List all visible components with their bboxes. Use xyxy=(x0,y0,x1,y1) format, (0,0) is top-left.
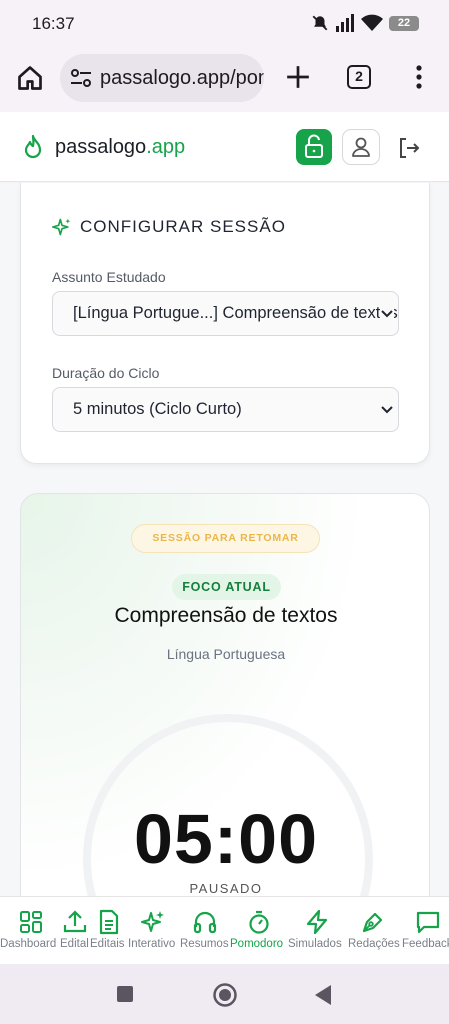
subject-label: Assunto Estudado xyxy=(52,269,166,285)
system-navigation-bar xyxy=(0,964,449,1024)
current-focus-badge: FOCO ATUAL xyxy=(172,574,281,600)
brand-name-text: passalogo xyxy=(55,136,147,158)
nav-item-redacoes[interactable]: Redações xyxy=(346,897,402,964)
chevron-down-icon xyxy=(380,402,394,418)
nav-label: Redações xyxy=(348,938,400,950)
back-icon[interactable] xyxy=(313,984,333,1006)
more-menu-icon[interactable] xyxy=(414,64,424,90)
resume-session-badge[interactable]: SESSÃO PARA RETOMAR xyxy=(131,524,320,553)
nav-label: Simulados xyxy=(288,938,342,950)
unlock-icon xyxy=(305,134,323,158)
nav-item-dashboard[interactable]: Dashboard xyxy=(0,897,58,964)
subject-select[interactable]: [Língua Portugue...] Compreensão de text… xyxy=(52,291,399,336)
nav-item-pomodoro[interactable]: Pomodoro xyxy=(230,897,288,964)
timer-seconds: 00 xyxy=(238,800,319,878)
signal-icon xyxy=(336,14,354,32)
app-header: passalogo.app xyxy=(0,112,449,182)
profile-button[interactable] xyxy=(342,129,380,165)
nav-item-feedback[interactable]: Feedback xyxy=(402,897,449,964)
timer-minutes: 05 xyxy=(133,800,214,878)
nav-item-interativo[interactable]: Interativo xyxy=(128,897,180,964)
logout-icon[interactable] xyxy=(396,135,422,161)
brand-tld-text: .app xyxy=(146,136,186,158)
chevron-down-icon xyxy=(380,306,394,322)
message-icon xyxy=(416,911,440,934)
nav-label: Dashboard xyxy=(0,938,57,950)
user-icon xyxy=(352,137,370,157)
bottom-navigation: Dashboard Edital Editais Interativo Resu… xyxy=(0,896,449,964)
new-tab-icon[interactable] xyxy=(285,64,311,90)
main-content: CONFIGURAR SESSÃO Assunto Estudado [Líng… xyxy=(0,183,449,896)
session-config-card: CONFIGURAR SESSÃO Assunto Estudado [Líng… xyxy=(20,183,430,464)
duration-select-value: 5 minutos (Ciclo Curto) xyxy=(73,400,242,418)
sparkles-icon xyxy=(141,911,164,932)
wifi-icon xyxy=(361,14,383,31)
nav-label: Interativo xyxy=(128,938,176,950)
site-settings-icon[interactable] xyxy=(70,68,92,88)
battery-indicator: 22 xyxy=(389,15,419,31)
timer-status: PAUSADO xyxy=(189,881,263,896)
timer-separator: : xyxy=(213,800,239,878)
recents-icon[interactable] xyxy=(116,985,134,1003)
duration-select[interactable]: 5 minutos (Ciclo Curto) xyxy=(52,387,399,432)
home-icon[interactable] xyxy=(16,64,44,92)
sparkles-icon xyxy=(52,218,71,236)
nav-item-editais[interactable]: Editais xyxy=(90,897,128,964)
document-icon xyxy=(99,909,119,935)
timer-display: 05:00 xyxy=(21,799,431,879)
tab-switcher-icon[interactable]: 2 xyxy=(347,65,371,89)
grid-icon xyxy=(20,911,42,933)
config-title-text: CONFIGURAR SESSÃO xyxy=(80,217,286,236)
mute-icon xyxy=(312,15,328,31)
nav-label: Editais xyxy=(90,938,125,950)
browser-toolbar: passalogo.app/pomodoro 2 xyxy=(0,48,449,112)
pomodoro-card: SESSÃO PARA RETOMAR FOCO ATUAL Compreens… xyxy=(20,493,430,896)
address-bar[interactable]: passalogo.app/pomodoro xyxy=(60,54,264,102)
duration-label: Duração do Ciclo xyxy=(52,365,160,381)
focus-topic: Compreensão de textos xyxy=(114,604,338,627)
nav-label: Resumos xyxy=(180,938,229,950)
nav-label: Pomodoro xyxy=(230,938,284,950)
nav-label: Edital xyxy=(60,938,89,950)
unlock-button[interactable] xyxy=(296,129,332,165)
subject-select-value: [Língua Portugue...] Compreensão de text… xyxy=(73,304,398,322)
url-text[interactable]: passalogo.app/pomodoro xyxy=(100,67,264,90)
focus-subject: Língua Portuguesa xyxy=(166,646,286,662)
nav-item-edital[interactable]: Edital xyxy=(58,897,90,964)
nav-item-simulados[interactable]: Simulados xyxy=(288,897,346,964)
flame-logo-icon xyxy=(24,134,42,159)
headphones-icon xyxy=(193,911,217,934)
zap-icon xyxy=(306,909,328,935)
config-title: CONFIGURAR SESSÃO xyxy=(52,217,286,237)
timer-icon xyxy=(249,910,269,934)
pen-icon xyxy=(362,912,383,933)
upload-icon xyxy=(63,910,87,933)
status-bar: 16:37 22 xyxy=(0,0,449,48)
brand-name[interactable]: passalogo.app xyxy=(55,136,185,159)
status-time: 16:37 xyxy=(32,14,75,33)
nav-label: Feedback xyxy=(402,938,449,950)
home-button-icon[interactable] xyxy=(212,982,238,1008)
nav-item-resumos[interactable]: Resumos xyxy=(180,897,230,964)
